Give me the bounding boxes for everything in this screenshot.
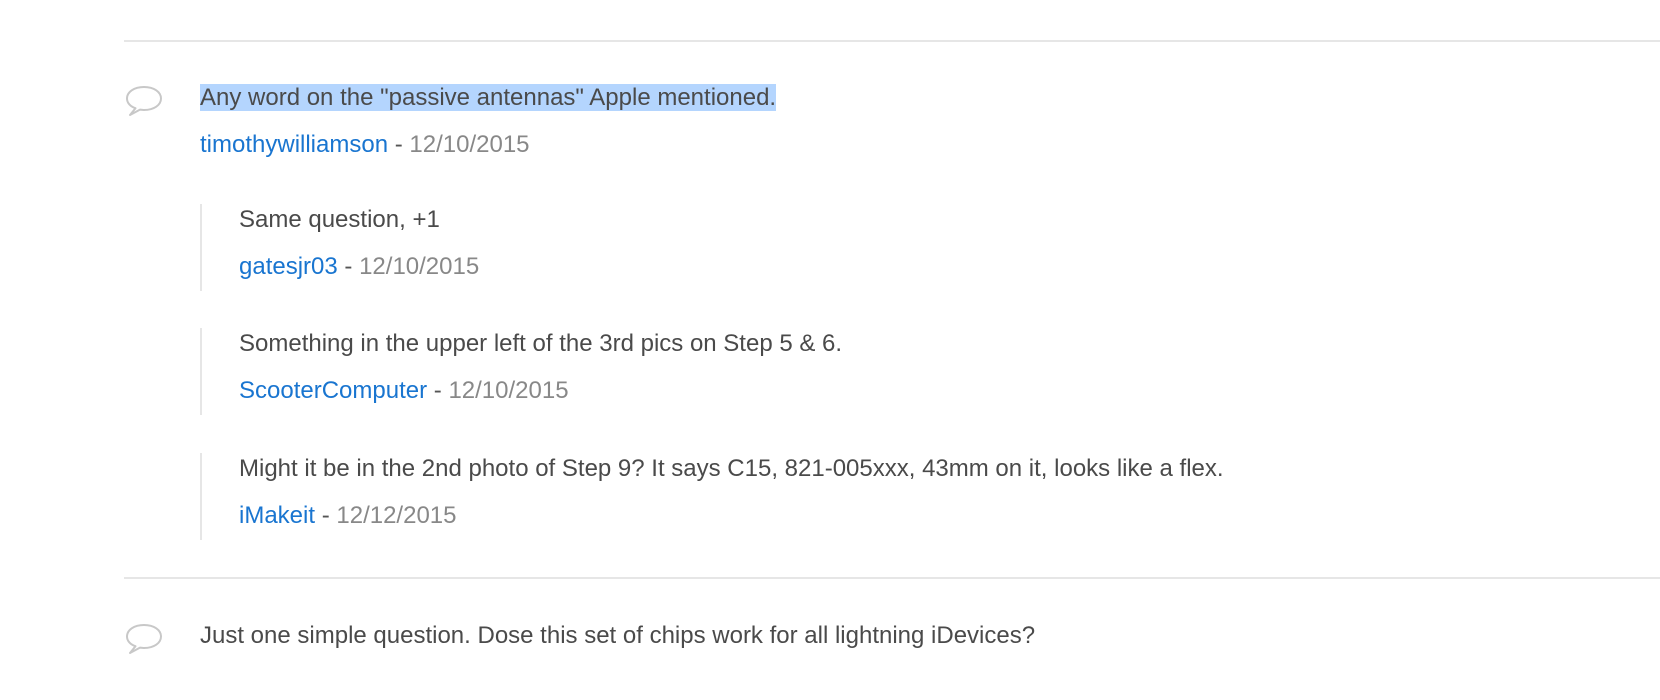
reply-author-link[interactable]: ScooterComputer [239,377,427,404]
comments-page: Any word on the "passive antennas" Apple… [0,0,1660,700]
reply-item: Might it be in the 2nd photo of Step 9? … [200,453,1660,540]
comment-date: 12/10/2015 [409,131,530,158]
comment-item: Any word on the "passive antennas" Apple… [124,80,1660,160]
meta-separator: - [394,131,403,158]
reply-item: Something in the upper left of the 3rd p… [200,328,1660,415]
comment-text: Just one simple question. Dose this set … [200,622,1036,649]
speech-bubble-icon [126,624,162,654]
meta-separator: - [433,377,442,404]
comment-item: Just one simple question. Dose this set … [124,618,1660,654]
comment-author-link[interactable]: timothywilliamson [200,131,388,158]
reply-text: Might it be in the 2nd photo of Step 9? … [239,455,1224,482]
reply-meta: gatesjr03 - 12/10/2015 [239,252,1660,282]
meta-separator: - [321,502,330,529]
reply-author-link[interactable]: iMakeit [239,502,315,529]
selected-text: Any word on the "passive antennas" Apple… [200,84,777,111]
reply-text: Same question, +1 [239,206,440,233]
comment-meta: timothywilliamson - 12/10/2015 [200,130,1660,160]
comment-divider [124,40,1660,42]
meta-separator: - [344,253,353,280]
reply-meta: iMakeit - 12/12/2015 [239,501,1660,531]
comment-text: Any word on the "passive antennas" Apple… [200,80,1660,116]
comment-divider [124,577,1660,579]
reply-item: Same question, +1 gatesjr03 - 12/10/2015 [200,204,1660,291]
reply-date: 12/12/2015 [336,502,457,529]
reply-text: Something in the upper left of the 3rd p… [239,330,843,357]
reply-author-link[interactable]: gatesjr03 [239,253,338,280]
reply-date: 12/10/2015 [359,253,480,280]
comment-body: Any word on the "passive antennas" Apple… [200,80,1660,160]
comment-body: Just one simple question. Dose this set … [200,618,1660,654]
reply-date: 12/10/2015 [448,377,569,404]
speech-bubble-icon [126,86,162,116]
reply-meta: ScooterComputer - 12/10/2015 [239,376,1660,406]
